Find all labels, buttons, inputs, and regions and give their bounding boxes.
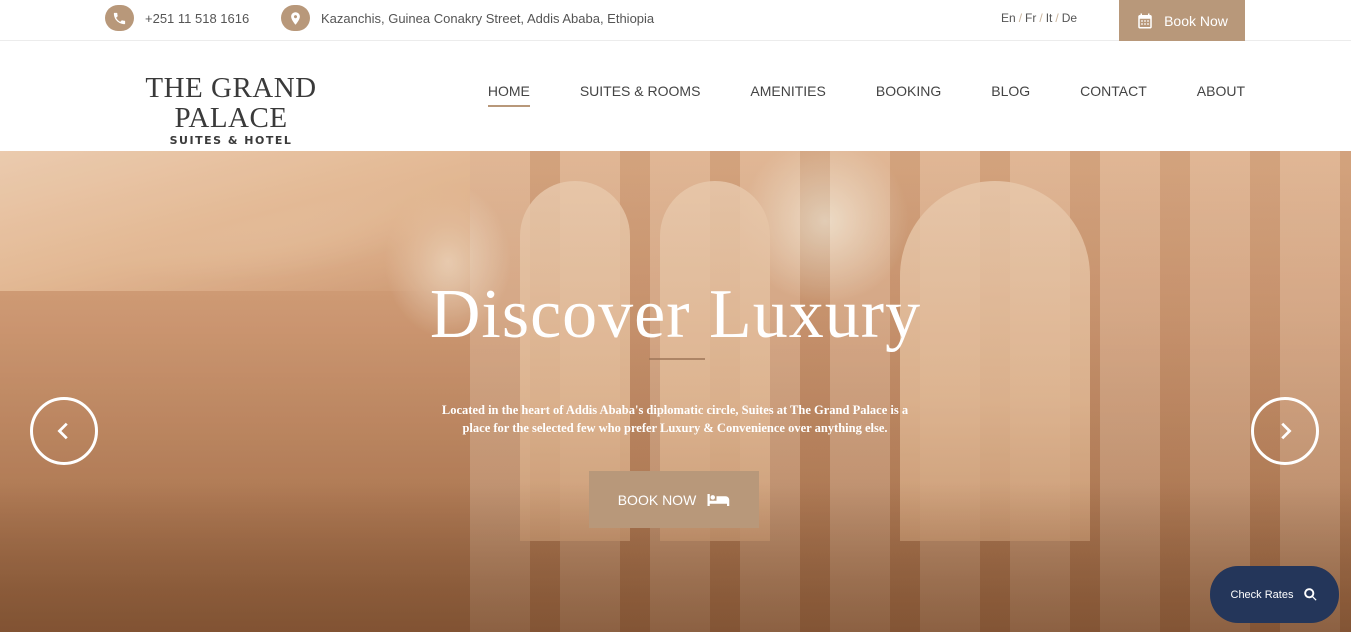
nav-item-about[interactable]: ABOUT (1197, 83, 1245, 107)
lang-it[interactable]: It (1046, 11, 1053, 25)
search-icon (1304, 588, 1318, 601)
book-now-label: Book Now (1164, 12, 1228, 29)
nav-item-booking[interactable]: BOOKING (876, 83, 941, 107)
nav-item-suites-rooms[interactable]: SUITES & ROOMS (580, 83, 701, 107)
location-pin-icon (281, 5, 310, 31)
lang-separator: / (1055, 11, 1059, 25)
hero-overlay (0, 151, 1351, 632)
nav-item-blog[interactable]: BLOG (991, 83, 1030, 107)
address-contact: Kazanchis, Guinea Conakry Street, Addis … (281, 5, 654, 31)
hero-book-now-button[interactable]: BOOK NOW (589, 471, 759, 528)
lang-de[interactable]: De (1062, 11, 1077, 25)
book-now-button[interactable]: Book Now (1119, 0, 1245, 41)
slider-prev-button[interactable] (30, 397, 98, 465)
logo[interactable]: THE GRAND PALACE SUITES & HOTEL (105, 73, 357, 147)
phone-contact[interactable]: +251 11 518 1616 (105, 5, 249, 31)
address-text: Kazanchis, Guinea Conakry Street, Addis … (321, 10, 655, 26)
language-switcher: En / Fr / It / De (1001, 11, 1077, 25)
hero-divider (649, 358, 705, 360)
lang-separator: / (1039, 11, 1043, 25)
chevron-right-icon (1281, 422, 1292, 440)
phone-number: +251 11 518 1616 (145, 10, 250, 26)
phone-icon (105, 5, 134, 31)
hero-title: Discover Luxury (429, 276, 922, 353)
nav-item-contact[interactable]: CONTACT (1080, 83, 1147, 107)
lang-en[interactable]: En (1001, 11, 1016, 25)
logo-subtitle: SUITES & HOTEL (169, 134, 293, 147)
logo-title: THE GRAND PALACE (145, 72, 317, 134)
lang-fr[interactable]: Fr (1025, 11, 1036, 25)
chevron-left-icon (57, 422, 68, 440)
hero-book-now-label: BOOK NOW (617, 491, 697, 508)
site-header: THE GRAND PALACE SUITES & HOTEL HOME SUI… (0, 42, 1351, 151)
check-rates-button[interactable]: Check Rates (1210, 566, 1339, 623)
bed-icon (707, 493, 730, 506)
lang-separator: / (1018, 11, 1023, 25)
hero-description: Located in the heart of Addis Ababa's di… (441, 403, 909, 435)
nav-item-home[interactable]: HOME (487, 83, 530, 107)
main-nav: HOME SUITES & ROOMS AMENITIES BOOKING BL… (487, 83, 1245, 107)
nav-item-amenities[interactable]: AMENITIES (750, 83, 825, 107)
hero-slider: Discover Luxury Located in the heart of … (0, 151, 1351, 632)
slider-next-button[interactable] (1251, 397, 1319, 465)
calendar-icon (1138, 13, 1152, 28)
top-bar: +251 11 518 1616 Kazanchis, Guinea Conak… (0, 0, 1351, 41)
check-rates-label: Check Rates (1230, 588, 1294, 601)
